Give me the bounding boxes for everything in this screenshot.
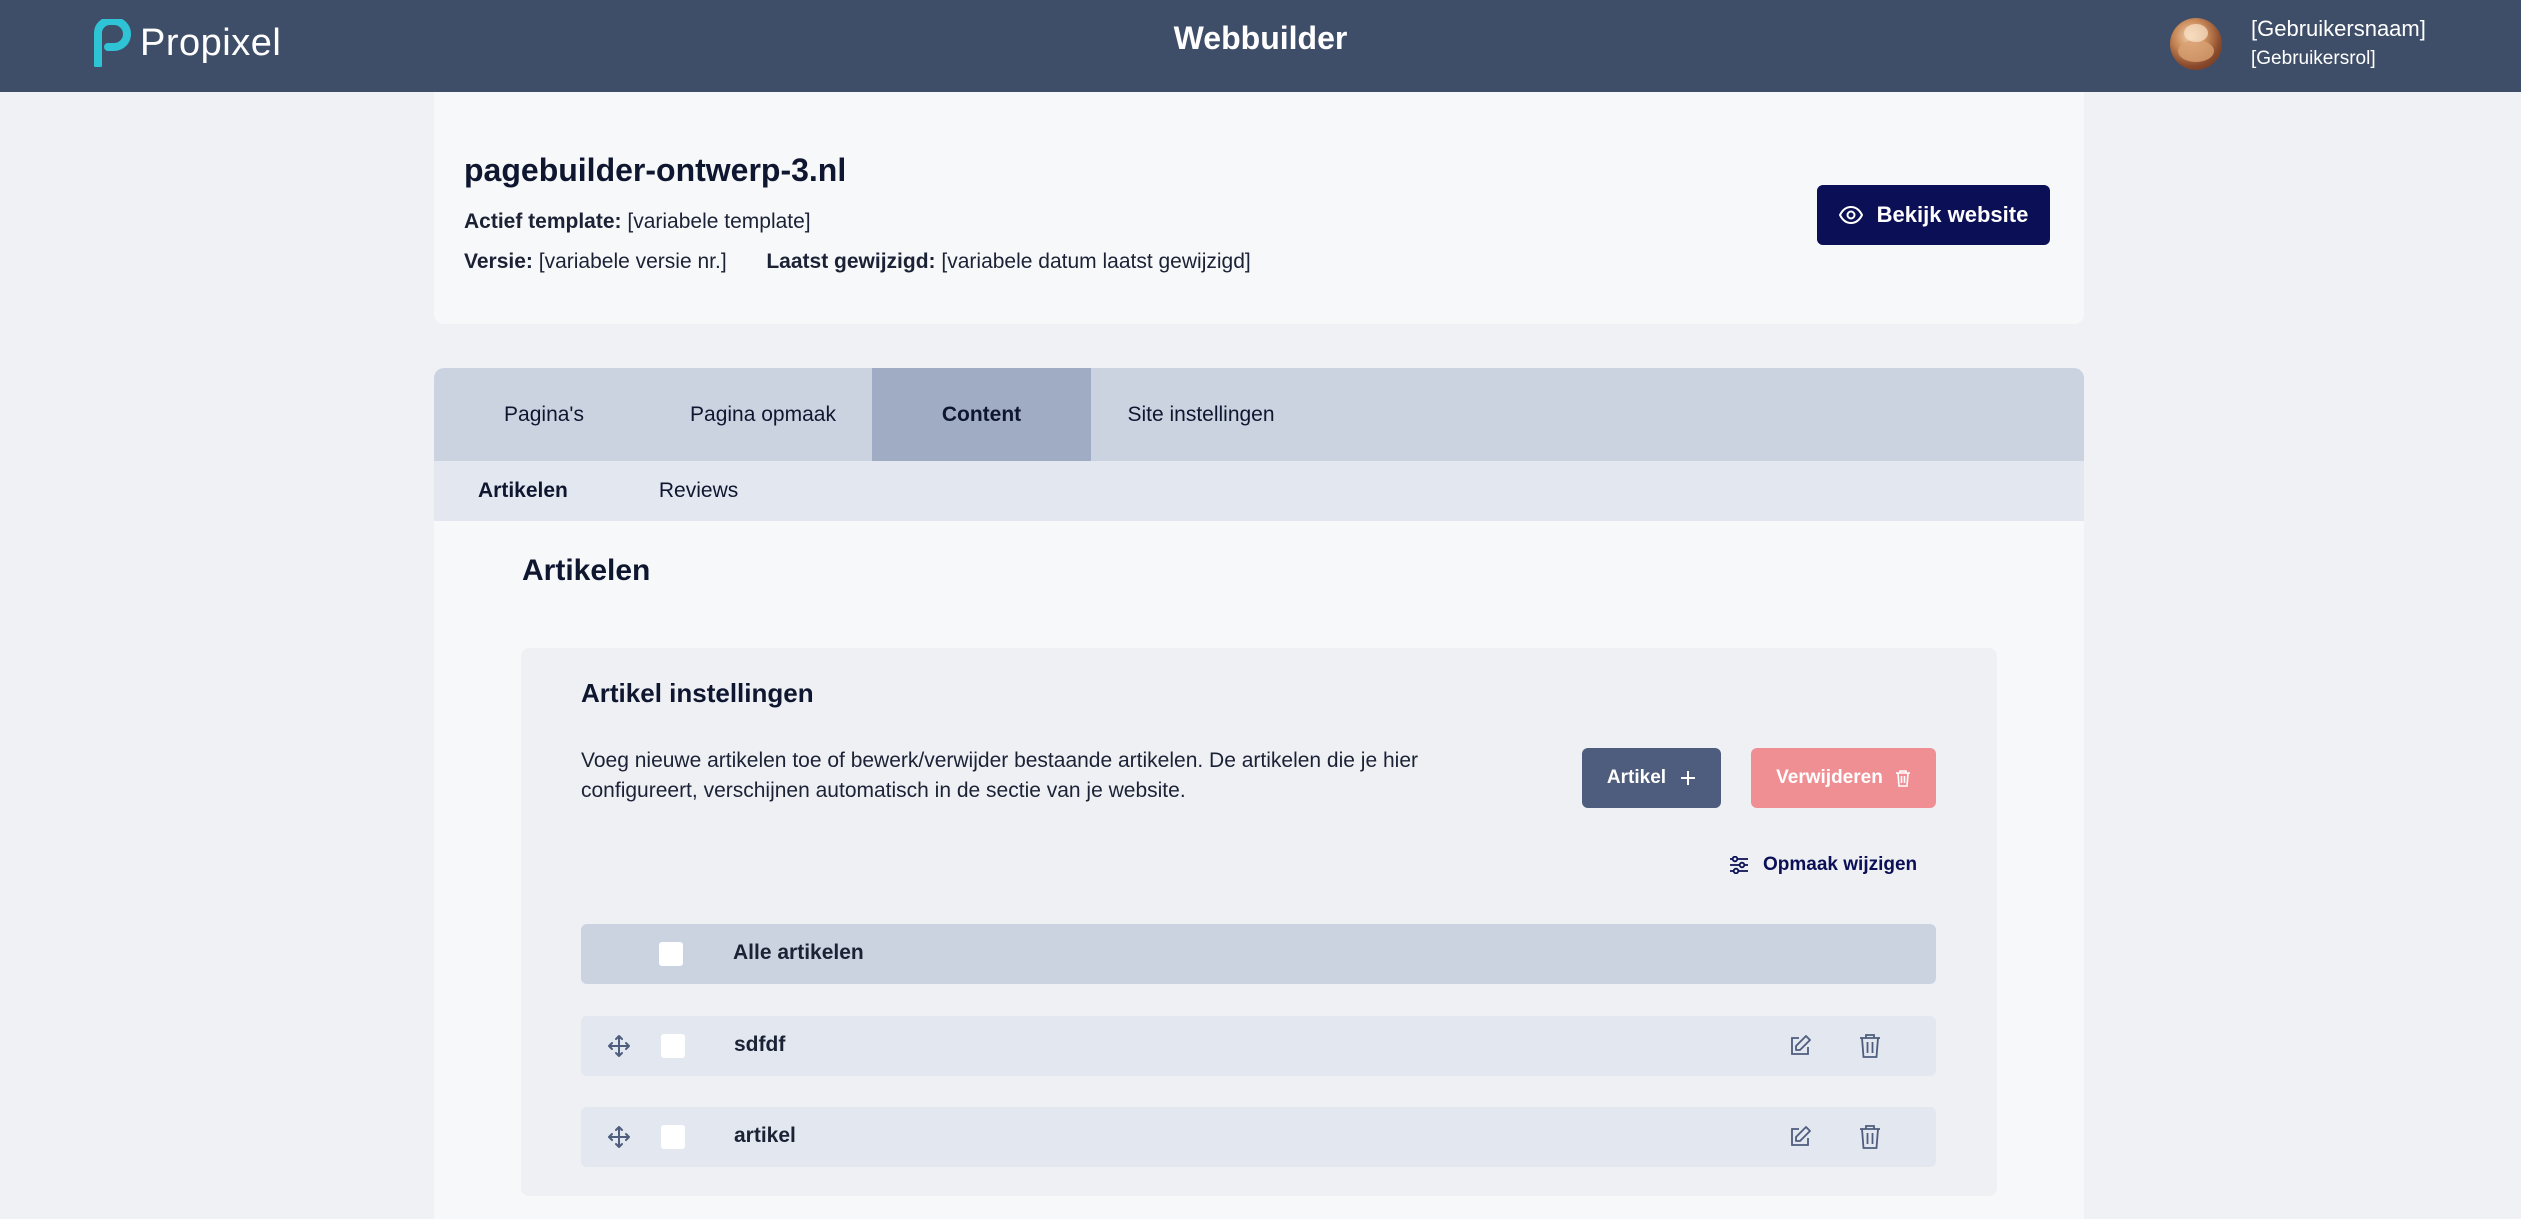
subtab-reviews[interactable]: Reviews — [659, 479, 738, 503]
list-item: sdfdf — [581, 1016, 1936, 1076]
add-article-button[interactable]: Artikel — [1582, 748, 1721, 808]
tab-content[interactable]: Content — [872, 368, 1091, 461]
version-value: [variabele versie nr.] — [538, 250, 727, 273]
tab-site-instellingen[interactable]: Site instellingen — [1091, 368, 1311, 461]
user-name[interactable]: [Gebruikersnaam] — [2251, 16, 2426, 42]
settings-description: Voeg nieuwe artikelen toe of bewerk/verw… — [581, 749, 1418, 802]
sub-tabs: Artikelen Reviews — [434, 461, 2084, 521]
list-header: Alle artikelen — [581, 924, 1936, 984]
subtab-artikelen[interactable]: Artikelen — [478, 479, 568, 503]
user-role: [Gebruikersrol] — [2251, 48, 2376, 69]
tab-paginas[interactable]: Pagina's — [434, 368, 654, 461]
version-label: Versie: — [464, 250, 533, 273]
delete-label: Verwijderen — [1776, 767, 1883, 788]
plus-icon — [1681, 771, 1696, 785]
item-checkbox[interactable] — [661, 1034, 685, 1058]
edit-icon[interactable] — [1788, 1125, 1812, 1149]
trash-icon[interactable] — [1859, 1124, 1881, 1150]
app-title: Webbuilder — [1173, 20, 1348, 56]
view-website-label: Bekijk website — [1876, 202, 2029, 227]
version-info: Versie: [variabele versie nr.] Laatst ge… — [464, 250, 1251, 274]
eye-icon — [1838, 206, 1863, 224]
content-panel: Pagina's Pagina opmaak Content Site inst… — [434, 368, 2084, 1219]
sliders-icon — [1730, 856, 1748, 874]
template-info: Actief template: [variabele template] — [464, 210, 811, 234]
list-item: artikel — [581, 1107, 1936, 1167]
top-bar: Propixel Webbuilder [Gebruikersnaam] [Ge… — [0, 0, 2521, 92]
tab-pagina-opmaak[interactable]: Pagina opmaak — [654, 368, 872, 461]
avatar[interactable] — [2170, 18, 2222, 70]
change-layout-link[interactable]: Opmaak wijzigen — [1729, 852, 1917, 878]
trash-icon[interactable] — [1859, 1033, 1881, 1059]
item-checkbox[interactable] — [661, 1125, 685, 1149]
add-article-label: Artikel — [1606, 767, 1667, 788]
template-value: [variabele template] — [627, 210, 811, 233]
move-icon[interactable] — [607, 1125, 631, 1149]
site-name: pagebuilder-ontwerp-3.nl — [464, 152, 847, 188]
modified-value: [variabele datum laatst gewijzigd] — [941, 250, 1251, 273]
item-title: sdfdf — [734, 1033, 786, 1056]
move-icon[interactable] — [607, 1034, 631, 1058]
site-header-card: pagebuilder-ontwerp-3.nl Actief template… — [434, 92, 2084, 324]
trash-icon — [1895, 770, 1910, 787]
list-header-label: Alle artikelen — [733, 941, 864, 964]
settings-title: Artikel instellingen — [581, 678, 814, 708]
item-title: artikel — [734, 1124, 796, 1147]
article-settings-card: Artikel instellingen Voeg nieuwe artikel… — [521, 648, 1997, 1196]
template-label: Actief template: — [464, 210, 622, 233]
edit-icon[interactable] — [1788, 1034, 1812, 1058]
modified-label: Laatst gewijzigd: — [766, 250, 936, 273]
change-layout-label: Opmaak wijzigen — [1763, 854, 1918, 875]
delete-button[interactable]: Verwijderen — [1751, 748, 1936, 808]
select-all-checkbox[interactable] — [659, 942, 683, 966]
section-title: Artikelen — [522, 554, 651, 587]
main-tabs: Pagina's Pagina opmaak Content Site inst… — [434, 368, 2084, 461]
view-website-button[interactable]: Bekijk website — [1817, 185, 2050, 245]
